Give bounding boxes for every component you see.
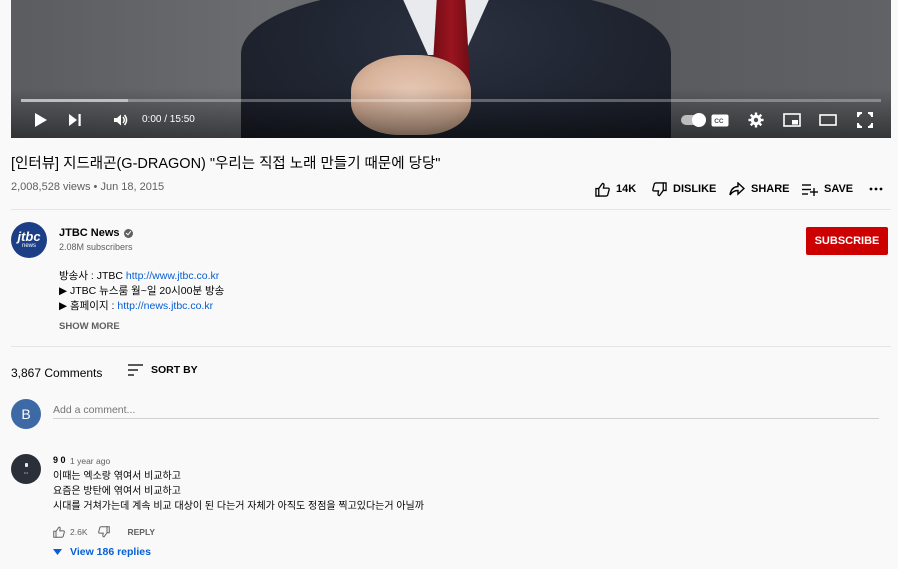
channel-name[interactable]: JTBC News	[59, 227, 133, 239]
avatar-figure	[24, 463, 28, 467]
dislike-button[interactable]: DISLIKE	[652, 180, 716, 198]
channel-avatar-logo-line1: jtbc	[17, 228, 41, 244]
channel-avatar-logo-line2: news	[21, 242, 36, 249]
playlist-add-icon	[802, 183, 818, 196]
miniplayer-icon	[783, 113, 801, 127]
user-avatar[interactable]: B	[11, 399, 41, 429]
progress-loaded	[21, 99, 128, 102]
comment-count: 3,867 Comments	[11, 366, 103, 380]
comment-line: 시대를 거쳐가는데 계속 비교 대상이 된 다는거 자체가 아직도 정점을 찍고…	[53, 501, 424, 512]
progress-bar[interactable]	[21, 99, 881, 102]
more-actions-button[interactable]	[869, 180, 883, 198]
share-label: SHARE	[751, 183, 790, 195]
view-replies-button[interactable]: View 186 replies	[53, 546, 151, 558]
add-comment-input[interactable]	[53, 401, 879, 419]
verified-icon	[123, 228, 133, 238]
subscriber-count: 2.08M subscribers	[59, 242, 133, 252]
autoplay-toggle[interactable]	[681, 113, 706, 127]
play-icon	[35, 113, 47, 127]
more-horiz-icon	[869, 187, 883, 191]
dislike-label: DISLIKE	[673, 183, 717, 195]
description-line: 방송사 : JTBC http://www.jtbc.co.kr	[59, 269, 224, 284]
sort-icon	[128, 364, 143, 376]
volume-icon	[114, 114, 128, 126]
show-more-button[interactable]: SHOW MORE	[59, 321, 120, 332]
share-icon	[729, 182, 745, 196]
fullscreen-button[interactable]	[853, 108, 877, 132]
settings-button[interactable]	[744, 108, 768, 132]
play-button[interactable]	[29, 108, 53, 132]
comment-author[interactable]: 9 0	[53, 455, 66, 465]
next-button[interactable]	[63, 108, 87, 132]
comment-like-icon[interactable]	[53, 526, 65, 538]
comment-like-count: 2.6K	[70, 527, 88, 537]
video-player[interactable]: 0:00 / 15:50 CC	[11, 0, 891, 138]
thumbs-up-icon	[595, 182, 610, 197]
description-text: 방송사 : JTBC	[59, 270, 126, 282]
view-replies-label: View 186 replies	[70, 546, 151, 558]
channel-name-text: JTBC News	[59, 227, 120, 239]
video-meta: 2,008,528 views • Jun 18, 2015	[11, 181, 165, 193]
comment-dislike-icon[interactable]	[97, 526, 110, 538]
divider	[11, 346, 891, 347]
description-line: ▶ JTBC 뉴스룸 월~일 20시00분 방송	[59, 285, 225, 297]
theater-icon	[819, 114, 837, 126]
subscribe-button[interactable]: SUBSCRIBE	[806, 227, 888, 255]
comment-text: 이때는 엑소랑 엮여서 비교하고 요즘은 방탄에 엮여서 비교하고 시대를 거쳐…	[53, 469, 424, 514]
like-count: 14K	[616, 183, 637, 195]
thumbs-down-icon	[652, 181, 667, 196]
save-button[interactable]: SAVE	[801, 180, 853, 198]
share-button[interactable]: SHARE	[729, 180, 790, 198]
miniplayer-button[interactable]	[780, 108, 804, 132]
like-button[interactable]: 14K	[595, 180, 636, 198]
avatar-mark: •••	[23, 470, 29, 475]
fullscreen-icon	[857, 112, 873, 128]
video-title: [인터뷰] 지드래곤(G-DRAGON) "우리는 직접 노래 만들기 때문에 …	[11, 156, 441, 172]
description-link[interactable]: http://news.jtbc.co.kr	[117, 300, 213, 312]
next-icon	[69, 114, 81, 126]
divider	[11, 209, 891, 210]
sort-by-label: SORT BY	[151, 364, 198, 376]
reply-button[interactable]: REPLY	[128, 527, 156, 537]
description-link[interactable]: http://www.jtbc.co.kr	[126, 270, 219, 282]
comment-actions: 2.6K REPLY	[53, 526, 155, 538]
theater-mode-button[interactable]	[816, 108, 840, 132]
chevron-down-icon	[53, 549, 62, 555]
svg-text:CC: CC	[714, 118, 724, 125]
save-label: SAVE	[824, 183, 854, 195]
description-text: ▶ 홈페이지 :	[59, 300, 118, 312]
comment-timestamp[interactable]: 1 year ago	[70, 456, 110, 466]
captions-icon: CC	[711, 114, 729, 126]
channel-avatar[interactable]: jtbc news	[11, 222, 47, 258]
captions-button[interactable]: CC	[708, 108, 732, 132]
comment-author-avatar[interactable]: •••	[11, 454, 41, 484]
description-line: ▶ 홈페이지 : http://news.jtbc.co.kr	[59, 299, 224, 314]
comment-line: 요즘은 방탄에 엮여서 비교하고	[53, 486, 181, 497]
video-description: 방송사 : JTBC http://www.jtbc.co.kr ▶ JTBC …	[59, 269, 224, 314]
sort-by-button[interactable]: SORT BY	[128, 364, 198, 376]
time-display: 0:00 / 15:50	[142, 114, 195, 125]
volume-button[interactable]	[109, 108, 133, 132]
settings-icon	[748, 112, 764, 128]
comment-line: 이때는 엑소랑 엮여서 비교하고	[53, 471, 181, 482]
